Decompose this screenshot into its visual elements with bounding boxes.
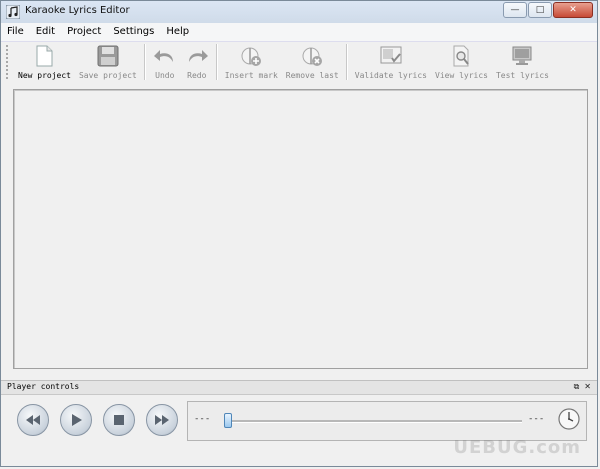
watermark-text: UEBUG.com <box>453 437 581 458</box>
play-button[interactable] <box>60 404 92 436</box>
clock-icon[interactable] <box>557 407 581 431</box>
toolbar-separator <box>143 44 146 80</box>
menu-project[interactable]: Project <box>61 23 107 41</box>
new-project-label: New project <box>18 71 71 80</box>
seek-panel: --- --- <box>187 401 587 441</box>
remove-last-button[interactable]: Remove last <box>282 42 343 80</box>
stop-button[interactable] <box>103 404 135 436</box>
elapsed-time: --- <box>194 414 211 424</box>
title-bar[interactable]: Karaoke Lyrics Editor — □ ✕ <box>1 1 597 24</box>
fast-forward-button[interactable] <box>146 404 178 436</box>
remove-last-label: Remove last <box>285 71 339 80</box>
maximize-button[interactable]: □ <box>528 2 552 18</box>
rewind-button[interactable] <box>17 404 49 436</box>
undo-arrow-icon <box>153 50 173 62</box>
insert-mark-button[interactable]: Insert mark <box>221 42 282 80</box>
play-icon <box>72 414 82 426</box>
remove-mark-icon <box>302 47 323 66</box>
dock-buttons: ⧉ ✕ <box>569 382 591 392</box>
undo-button[interactable]: Undo <box>149 42 181 80</box>
save-project-label: Save project <box>78 71 137 80</box>
menu-help[interactable]: Help <box>160 23 195 41</box>
new-project-button[interactable]: New project <box>14 42 75 80</box>
menu-edit[interactable]: Edit <box>30 23 61 41</box>
rewind-icon <box>26 415 40 425</box>
validate-document-icon <box>380 46 402 64</box>
toolbar-separator <box>215 44 218 80</box>
view-lyrics-button[interactable]: View lyrics <box>431 42 492 80</box>
monitor-icon <box>512 46 532 65</box>
new-document-icon <box>36 45 53 67</box>
player-dock-title: Player controls <box>7 382 80 391</box>
redo-arrow-icon <box>188 50 208 62</box>
toolbar-separator <box>345 44 348 80</box>
validate-lyrics-button[interactable]: Validate lyrics <box>351 42 431 80</box>
insert-mark-label: Insert mark <box>224 71 278 80</box>
floppy-disk-icon <box>97 45 119 67</box>
validate-lyrics-label: Validate lyrics <box>354 71 427 80</box>
save-project-button[interactable]: Save project <box>75 42 141 80</box>
fast-forward-icon <box>155 415 169 425</box>
view-lyrics-label: View lyrics <box>435 71 488 80</box>
insert-mark-icon <box>241 47 262 66</box>
seek-slider-handle[interactable] <box>224 413 232 428</box>
lyrics-editor-area[interactable] <box>13 89 588 369</box>
minimize-button[interactable]: — <box>503 2 527 18</box>
close-button[interactable]: ✕ <box>553 2 593 18</box>
menu-bar: File Edit Project Settings Help <box>1 23 597 42</box>
magnifier-document-icon <box>453 45 470 67</box>
stop-icon <box>114 415 124 425</box>
float-dock-button[interactable]: ⧉ <box>574 382 580 392</box>
window-title: Karaoke Lyrics Editor <box>25 5 130 16</box>
test-lyrics-label: Test lyrics <box>495 71 549 80</box>
toolbar: New project Save project Undo Redo Inser… <box>1 42 597 82</box>
seek-track[interactable] <box>224 420 522 423</box>
player-dock-header: Player controls ⧉ ✕ <box>1 380 597 395</box>
redo-button[interactable]: Redo <box>181 42 213 80</box>
menu-settings[interactable]: Settings <box>107 23 160 41</box>
main-window: Karaoke Lyrics Editor — □ ✕ File Edit Pr… <box>0 0 598 467</box>
redo-label: Redo <box>187 71 207 80</box>
toolbar-grip[interactable] <box>6 45 11 79</box>
window-controls: — □ ✕ <box>502 2 593 20</box>
menu-file[interactable]: File <box>1 23 30 41</box>
test-lyrics-button[interactable]: Test lyrics <box>492 42 553 80</box>
total-time: --- <box>528 414 545 424</box>
music-note-app-icon <box>6 5 20 19</box>
close-dock-button[interactable]: ✕ <box>584 382 591 392</box>
undo-label: Undo <box>155 71 175 80</box>
